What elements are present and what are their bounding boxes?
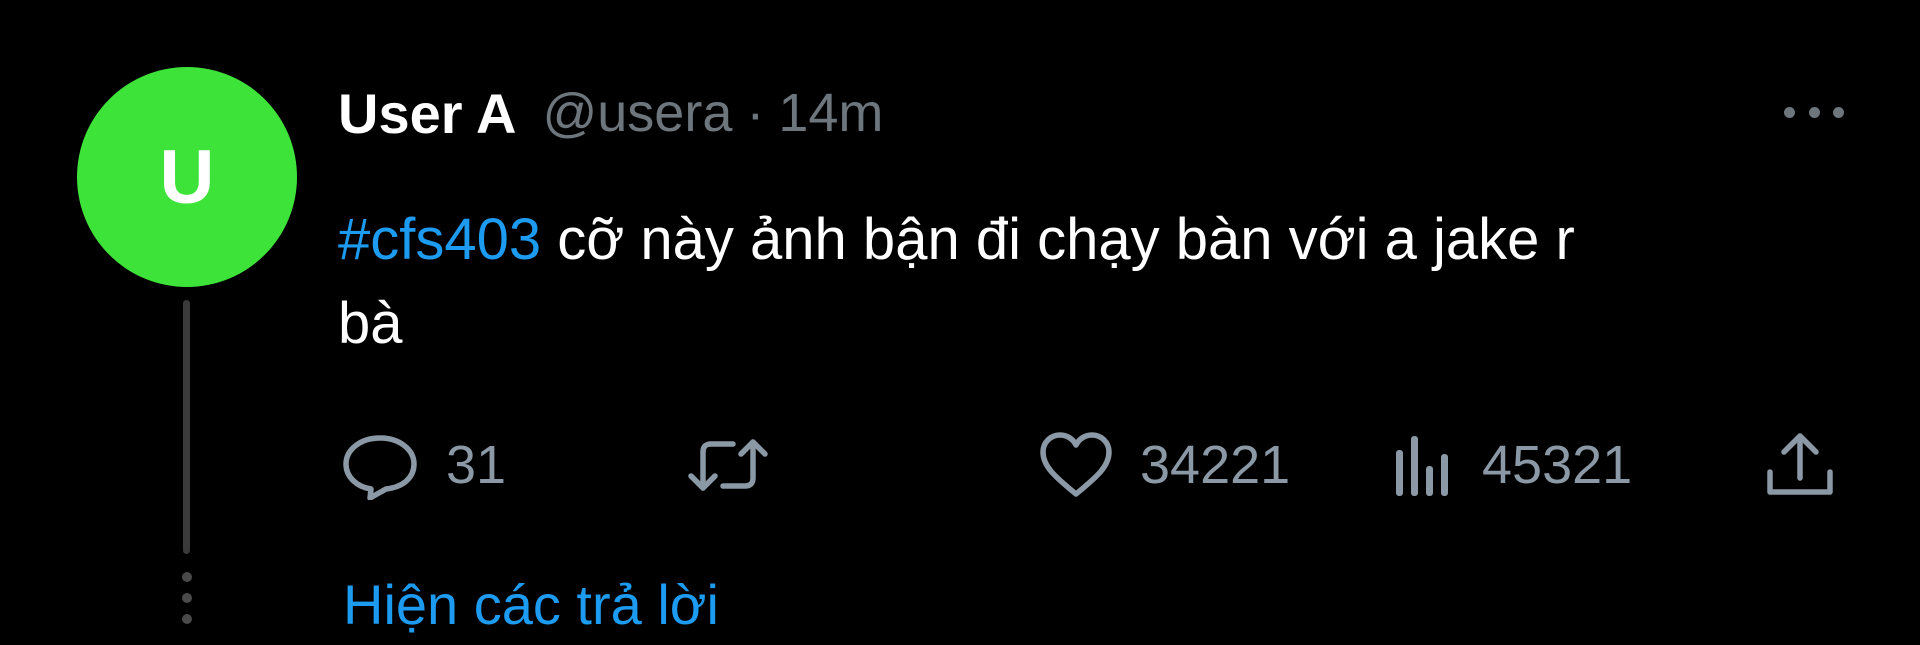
views-button[interactable]: 45321 — [1392, 430, 1632, 500]
show-replies-link[interactable]: Hiện các trả lời — [343, 570, 719, 640]
avatar[interactable]: U — [77, 67, 297, 287]
share-icon — [1762, 430, 1838, 500]
thread-dot — [182, 614, 192, 624]
share-button[interactable] — [1762, 430, 1838, 500]
hashtag-link[interactable]: #cfs403 — [338, 207, 541, 272]
thread-line — [183, 300, 190, 554]
tweet-text-line: #cfs403 cỡ này ảnh bận đi chạy bàn với a… — [338, 198, 1878, 282]
reply-count: 31 — [446, 435, 507, 495]
user-handle[interactable]: @usera — [542, 82, 732, 144]
display-name[interactable]: User A — [338, 81, 516, 146]
views-count: 45321 — [1482, 435, 1633, 495]
more-horizontal-icon[interactable] — [1784, 104, 1844, 120]
reply-button[interactable]: 31 — [340, 430, 506, 500]
tweet-text-line: bà — [338, 291, 403, 356]
timestamp[interactable]: 14m — [778, 82, 883, 144]
tweet-text: #cfs403 cỡ này ảnh bận đi chạy bàn với a… — [338, 198, 1878, 366]
reply-icon — [340, 430, 420, 500]
header-separator: · — [746, 83, 765, 143]
bar-chart-icon — [1392, 430, 1456, 500]
tweet-text-body: cỡ này ảnh bận đi chạy bàn với a jake r — [541, 207, 1575, 272]
thread-dot — [182, 572, 192, 582]
retweet-icon — [685, 430, 771, 500]
avatar-letter: U — [159, 134, 215, 220]
heart-icon — [1038, 430, 1114, 500]
like-count: 34221 — [1140, 435, 1291, 495]
like-button[interactable]: 34221 — [1038, 430, 1290, 500]
retweet-button[interactable] — [685, 430, 771, 500]
tweet-header: User A @usera · 14m — [338, 78, 883, 148]
thread-dot — [182, 593, 192, 603]
